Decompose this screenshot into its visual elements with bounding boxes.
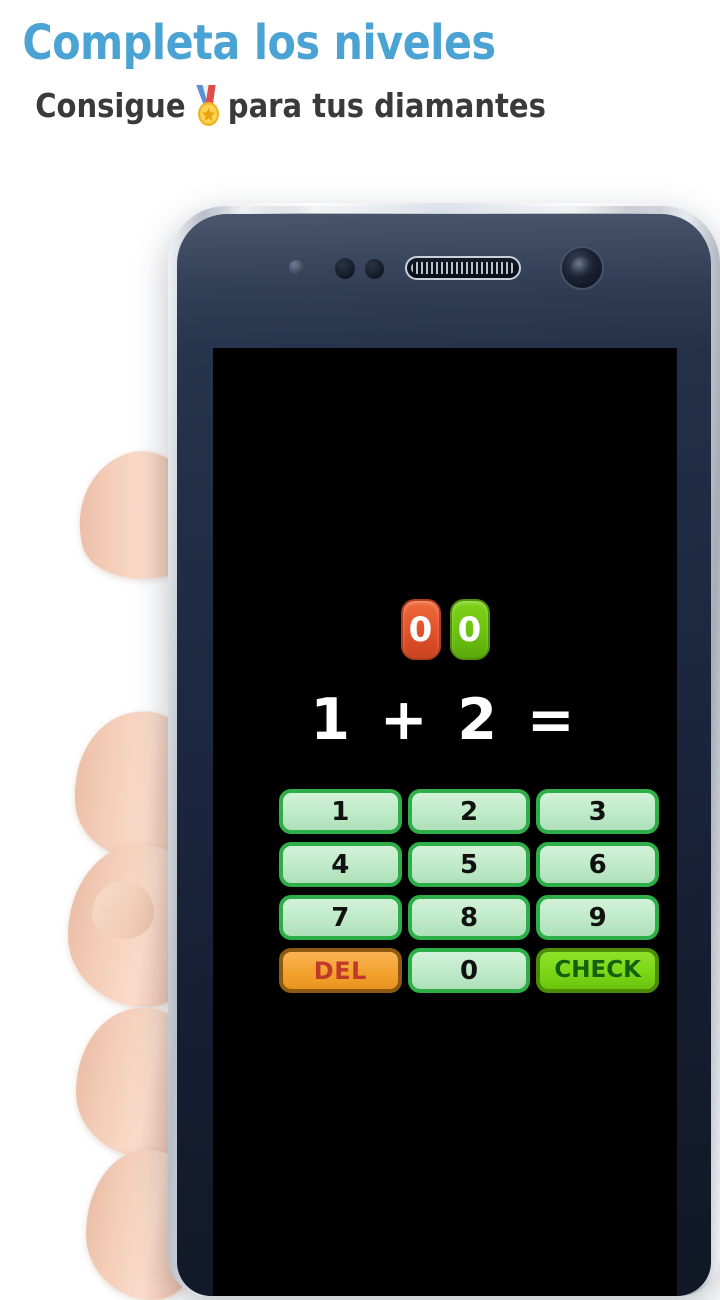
- phone-bezel: 0 0 1 + 2 = 1 2 3 4 5 6 7 8 9 DEL 0 CHEC…: [177, 214, 711, 1296]
- proximity-sensor-icon: [335, 258, 355, 279]
- status-badge-correct: 0: [449, 599, 490, 660]
- key-8[interactable]: 8: [407, 895, 531, 940]
- phone-top-chrome-strip: [230, 203, 658, 213]
- keypad-row-3: 7 8 9: [279, 895, 660, 940]
- key-1[interactable]: 1: [279, 789, 402, 834]
- equation-display: 1 + 2 =: [310, 687, 580, 753]
- earpiece-speaker-icon: [405, 256, 521, 280]
- page-subtitle: Consigue para tus diamantes: [0, 85, 634, 127]
- front-camera-icon: [560, 246, 604, 290]
- key-4[interactable]: 4: [279, 842, 402, 887]
- key-5[interactable]: 5: [407, 842, 531, 887]
- key-0[interactable]: 0: [407, 948, 531, 993]
- bezel-glare: [177, 214, 711, 354]
- subtitle-text-after: para tus diamantes: [227, 86, 546, 126]
- numeric-keypad: 1 2 3 4 5 6 7 8 9 DEL 0 CHECK: [279, 789, 660, 993]
- phone-screen: 0 0 1 + 2 = 1 2 3 4 5 6 7 8 9 DEL 0 CHEC…: [213, 348, 677, 1296]
- light-sensor-icon: [289, 260, 304, 275]
- page-title: Completa los niveles: [22, 15, 496, 71]
- status-badge-wrong: 0: [400, 599, 441, 660]
- key-2[interactable]: 2: [407, 789, 531, 834]
- score-row: 0 0: [213, 599, 677, 660]
- delete-button[interactable]: DEL: [279, 948, 402, 993]
- sports-medal-icon: [191, 85, 226, 127]
- keypad-row-4: DEL 0 CHECK: [279, 948, 660, 993]
- keypad-row-2: 4 5 6: [279, 842, 660, 887]
- proximity-sensor-icon-2: [365, 259, 384, 279]
- check-button[interactable]: CHECK: [536, 948, 660, 993]
- subtitle-text-before: Consigue: [35, 86, 186, 126]
- key-7[interactable]: 7: [279, 895, 402, 940]
- key-6[interactable]: 6: [536, 842, 660, 887]
- smartphone-device: 0 0 1 + 2 = 1 2 3 4 5 6 7 8 9 DEL 0 CHEC…: [168, 203, 720, 1296]
- key-9[interactable]: 9: [536, 895, 660, 940]
- earpiece-mesh: [411, 262, 515, 274]
- keypad-row-1: 1 2 3: [279, 789, 660, 834]
- promo-header: Completa los niveles Consigue para tus d…: [0, 0, 720, 127]
- key-3[interactable]: 3: [536, 789, 660, 834]
